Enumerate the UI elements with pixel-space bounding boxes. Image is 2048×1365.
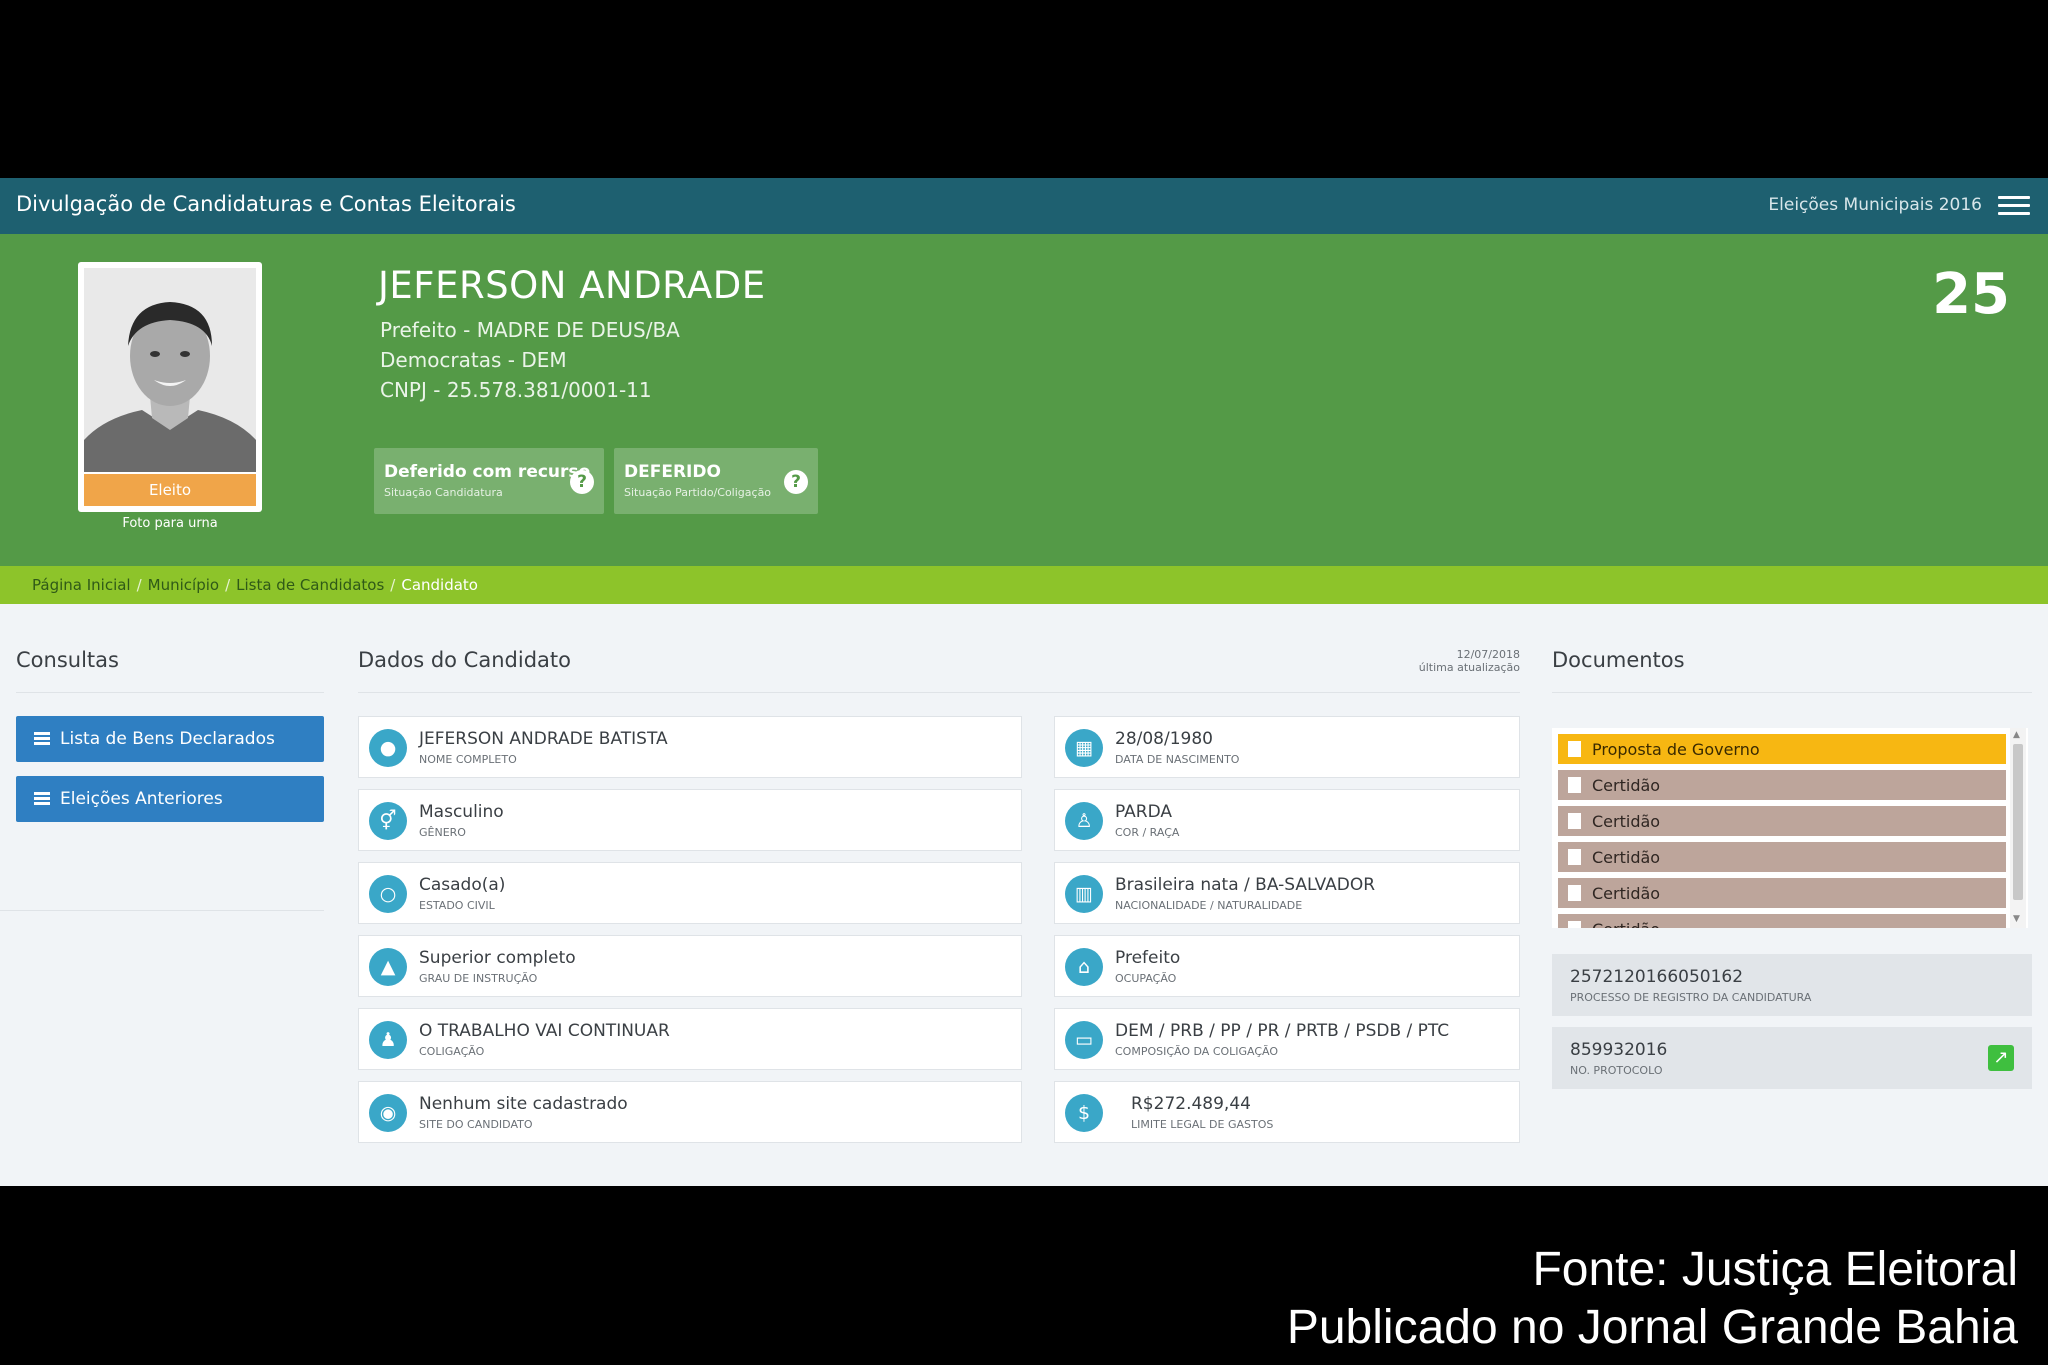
doc-certidao[interactable]: Certidão — [1558, 842, 2006, 872]
app-title[interactable]: Divulgação de Candidaturas e Contas Elei… — [16, 192, 516, 216]
protocol-box: 859932016 NO. PROTOCOLO ↗ — [1552, 1027, 2032, 1089]
process-label: PROCESSO DE REGISTRO DA CANDIDATURA — [1570, 991, 1812, 1004]
candidate-cnpj: CNPJ - 25.578.381/0001-11 — [380, 378, 652, 402]
breadcrumb: Página Inicial / Município / Lista de Candid… — [32, 576, 478, 594]
candidate-name: JEFERSON ANDRADE — [378, 264, 766, 307]
document-icon — [1568, 849, 1581, 865]
doc-certidao[interactable]: Certidão — [1558, 878, 2006, 908]
credit-publisher: Publicado no Jornal Grande Bahia — [1286, 1301, 2018, 1354]
doc-certidao[interactable]: Certidão — [1558, 806, 2006, 836]
scroll-down-icon[interactable]: ▼ — [2013, 914, 2020, 924]
map-icon: ▥ — [1065, 875, 1103, 913]
external-link-icon[interactable]: ↗ — [1988, 1045, 2014, 1071]
help-icon[interactable]: ? — [784, 470, 808, 494]
card-nascimento: ▦ 28/08/1980 Data de nascimento — [1054, 716, 1520, 778]
update-label: última atualização — [1418, 661, 1520, 674]
bank-icon: ⌂ — [1065, 948, 1103, 986]
card-cor-raca: ♙ PARDA Cor / raça — [1054, 789, 1520, 851]
candidate-header: Eleito Foto para urna JEFERSON ANDRADE P… — [0, 234, 2048, 566]
card-instrucao: ▲ Superior completo Grau de instrução — [358, 935, 1022, 997]
documents-scrollbar[interactable]: ▲ ▼ — [2010, 728, 2026, 928]
document-icon — [1568, 921, 1581, 928]
hamburger-menu-icon[interactable] — [1998, 196, 2030, 216]
update-date: 12/07/2018 — [1456, 648, 1520, 661]
list-icon — [34, 792, 50, 805]
candidate-number: 25 — [1932, 262, 2010, 327]
photo-caption: Foto para urna — [122, 516, 218, 531]
candidate-photo-frame: Eleito — [78, 262, 262, 512]
bens-declarados-button[interactable]: Lista de Bens Declarados — [16, 716, 324, 762]
help-icon[interactable]: ? — [570, 470, 594, 494]
election-label: Eleições Municipais 2016 — [1768, 195, 1982, 215]
card-nome: ● JEFERSON ANDRADE BATISTA Nome completo — [358, 716, 1022, 778]
ring-icon: ○ — [369, 875, 407, 913]
graduation-cap-icon: ▲ — [369, 948, 407, 986]
scroll-up-icon[interactable]: ▲ — [2013, 730, 2020, 740]
candidate-office: Prefeito - MADRE DE DEUS/BA — [380, 318, 680, 342]
status-partido-card[interactable]: DEFERIDO Situação Partido/Coligação ? — [614, 448, 818, 514]
credit-source: Fonte: Justiça Eleitoral — [1532, 1243, 2018, 1296]
card-composicao: ▭ DEM / PRB / PP / PR / PRTB / PSDB / PT… — [1054, 1008, 1520, 1070]
person-icon: ♙ — [1065, 802, 1103, 840]
update-info: 12/07/2018 última atualização — [1419, 648, 1520, 674]
breadcrumb-lista[interactable]: Lista de Candidatos — [236, 576, 384, 594]
card-nacionalidade: ▥ Brasileira nata / BA-SALVADOR Nacional… — [1054, 862, 1520, 924]
documents-list: Proposta de Governo Certidão Certidão Ce… — [1552, 728, 2028, 928]
process-number: 2572120166050162 — [1570, 967, 1744, 987]
status-value: DEFERIDO — [624, 462, 721, 482]
protocol-number: 859932016 — [1570, 1040, 1668, 1060]
breadcrumb-bar: Página Inicial / Município / Lista de Candid… — [0, 566, 2048, 604]
scroll-thumb[interactable] — [2013, 744, 2023, 900]
document-icon — [1568, 741, 1581, 757]
document-icon — [1568, 813, 1581, 829]
candidate-photo — [84, 268, 256, 472]
breadcrumb-home[interactable]: Página Inicial — [32, 576, 131, 594]
card-estado-civil: ○ Casado(a) Estado civil — [358, 862, 1022, 924]
card-coligacao: ♟ O TRABALHO VAI CONTINUAR Coligação — [358, 1008, 1022, 1070]
list-icon — [34, 732, 50, 745]
doc-proposta-governo[interactable]: Proposta de Governo — [1558, 734, 2006, 764]
elected-badge: Eleito — [84, 474, 256, 506]
process-box: 2572120166050162 PROCESSO DE REGISTRO DA… — [1552, 954, 2032, 1016]
card-site: ◉ Nenhum site cadastrado Site do candida… — [358, 1081, 1022, 1143]
user-icon: ● — [369, 729, 407, 767]
card-ocupacao: ⌂ Prefeito Ocupação — [1054, 935, 1520, 997]
status-label: Situação Partido/Coligação — [624, 486, 772, 499]
doc-certidao[interactable]: Certidão — [1558, 914, 2006, 928]
eleicoes-anteriores-button[interactable]: Eleições Anteriores — [16, 776, 324, 822]
dados-title: Dados do Candidato — [358, 648, 571, 672]
status-label: Situação Candidatura — [384, 486, 503, 499]
top-bar: Divulgação de Candidaturas e Contas Elei… — [0, 178, 2048, 234]
breadcrumb-current: Candidato — [401, 576, 478, 594]
gender-icon: ⚥ — [369, 802, 407, 840]
card-limite-gastos: $ R$272.489,44 Limite legal de gastos — [1054, 1081, 1520, 1143]
documentos-title: Documentos — [1552, 648, 1685, 672]
globe-icon: ◉ — [369, 1094, 407, 1132]
consultas-title: Consultas — [16, 648, 119, 672]
folder-icon: ▭ — [1065, 1021, 1103, 1059]
group-icon: ♟ — [369, 1021, 407, 1059]
protocol-label: NO. PROTOCOLO — [1570, 1064, 1663, 1077]
candidate-party: Democratas - DEM — [380, 348, 567, 372]
status-candidatura-card[interactable]: Deferido com recurso Situação Candidatur… — [374, 448, 604, 514]
breadcrumb-municipio[interactable]: Município — [148, 576, 219, 594]
card-genero: ⚥ Masculino Gênero — [358, 789, 1022, 851]
document-icon — [1568, 777, 1581, 793]
document-icon — [1568, 885, 1581, 901]
dollar-icon: $ — [1065, 1094, 1103, 1132]
app-screen: Divulgação de Candidaturas e Contas Elei… — [0, 178, 2048, 1186]
status-value: Deferido com recurso — [384, 462, 591, 482]
calendar-icon: ▦ — [1065, 729, 1103, 767]
doc-certidao[interactable]: Certidão — [1558, 770, 2006, 800]
